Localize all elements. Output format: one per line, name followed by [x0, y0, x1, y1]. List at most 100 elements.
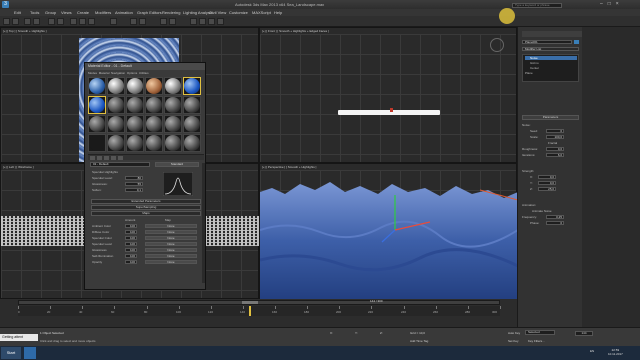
material-slot[interactable]: [183, 134, 201, 152]
search-input[interactable]: Type a keyword or phrase: [512, 3, 562, 8]
map-row-button[interactable]: None: [145, 242, 197, 246]
map-row-button[interactable]: None: [145, 248, 197, 252]
mirror-icon[interactable]: [160, 18, 167, 25]
material-slot[interactable]: [107, 134, 125, 152]
material-slot[interactable]: [183, 96, 201, 114]
me-menu-utilities[interactable]: Utilities: [139, 71, 149, 75]
map-row-button[interactable]: None: [145, 230, 197, 234]
app-icon[interactable]: 3: [2, 1, 9, 8]
roughness-field[interactable]: 0,0: [546, 147, 564, 151]
map-row-button[interactable]: None: [145, 254, 197, 258]
map-row-button[interactable]: None: [145, 236, 197, 240]
material-type-button[interactable]: Standard: [155, 162, 199, 167]
material-slot[interactable]: [145, 96, 163, 114]
strength-y-field[interactable]: 0,0: [538, 181, 556, 185]
material-slot[interactable]: [88, 134, 106, 152]
fractal-checkbox[interactable]: Fractal: [548, 141, 557, 145]
menu-customize[interactable]: Customize: [229, 10, 248, 15]
start-button[interactable]: Start: [1, 347, 21, 359]
viewport-perspective[interactable]: [+] [ Perspective ] [ Smooth + Highlight…: [259, 163, 518, 300]
time-slider-thumb[interactable]: [241, 301, 258, 304]
snap-icon[interactable]: [130, 18, 137, 25]
material-slot[interactable]: [107, 115, 125, 133]
material-slot[interactable]: [107, 96, 125, 114]
menu-rendering[interactable]: Rendering: [162, 10, 180, 15]
menu-civil-view[interactable]: Civil View: [209, 10, 226, 15]
stack-item-gizmo[interactable]: Gizmo: [530, 61, 539, 65]
material-name-field[interactable]: 01 - Default: [90, 162, 150, 167]
time-slider[interactable]: [18, 300, 500, 305]
scale-field[interactable]: 100,0: [546, 135, 564, 139]
material-slot[interactable]: [145, 115, 163, 133]
viewport-front[interactable]: [+] [ Front ] [ Smooth + Highlights + Ed…: [259, 27, 517, 163]
material-editor-window[interactable]: Material Editor - 01 - Default Modes Mat…: [84, 62, 206, 290]
modifier-list-dropdown[interactable]: Modifier List: [522, 47, 579, 51]
curve-editor-icon[interactable]: [190, 18, 197, 25]
menu-tools[interactable]: Tools: [30, 10, 39, 15]
viewcube-icon[interactable]: [490, 38, 504, 52]
menu-maxscript[interactable]: MAXScript: [252, 10, 271, 15]
align-icon[interactable]: [169, 18, 176, 25]
rollout-supersampling[interactable]: SuperSampling: [91, 205, 201, 210]
assign-material-icon[interactable]: [97, 156, 102, 160]
rollout-extended-parameters[interactable]: Extended Parameters: [91, 199, 201, 204]
strength-z-field[interactable]: 25,0: [538, 187, 556, 191]
material-slot[interactable]: [164, 115, 182, 133]
material-slot[interactable]: [145, 77, 163, 95]
map-row-amount[interactable]: 100: [125, 260, 137, 264]
redo-icon[interactable]: [12, 18, 19, 25]
phase-field[interactable]: 0: [546, 221, 564, 225]
rotate-icon[interactable]: [79, 18, 86, 25]
select-region-icon[interactable]: [57, 18, 64, 25]
rollout-maps[interactable]: Maps: [91, 211, 201, 216]
me-menu-material[interactable]: Material: [99, 71, 110, 75]
material-slot[interactable]: [126, 77, 144, 95]
make-unique-icon[interactable]: [111, 156, 116, 160]
object-color-swatch[interactable]: [574, 40, 579, 44]
language-indicator[interactable]: EN: [590, 349, 594, 353]
key-filters-button[interactable]: Key Filters...: [528, 339, 545, 343]
iterations-field[interactable]: 6,0: [546, 153, 564, 157]
map-row-button[interactable]: None: [145, 224, 197, 228]
material-editor-scrollbar[interactable]: [202, 163, 205, 283]
menu-views[interactable]: Views: [61, 10, 72, 15]
material-slot[interactable]: [164, 96, 182, 114]
menu-help[interactable]: Help: [274, 10, 282, 15]
seed-field[interactable]: 0: [546, 129, 564, 133]
glossiness-field[interactable]: 55: [125, 182, 143, 186]
move-icon[interactable]: [70, 18, 77, 25]
material-slot[interactable]: [126, 134, 144, 152]
add-time-tag[interactable]: Add Time Tag: [410, 339, 428, 343]
material-slot-selected[interactable]: [88, 96, 106, 114]
map-row-amount[interactable]: 100: [125, 230, 137, 234]
map-row-amount[interactable]: 100: [125, 236, 137, 240]
pivot-icon[interactable]: [110, 18, 117, 25]
material-editor-icon[interactable]: [199, 18, 206, 25]
material-slot[interactable]: [88, 115, 106, 133]
taskbar-app-icon[interactable]: [24, 347, 36, 359]
stack-item-center[interactable]: Center: [530, 66, 539, 70]
parameters-rollout[interactable]: Parameters: [522, 115, 579, 120]
map-row-button[interactable]: None: [145, 260, 197, 264]
material-slot[interactable]: [183, 115, 201, 133]
specular-level-field[interactable]: 80: [125, 176, 143, 180]
material-slot[interactable]: [164, 134, 182, 152]
render-icon[interactable]: [217, 18, 224, 25]
menu-group[interactable]: Group: [45, 10, 56, 15]
material-slot[interactable]: [126, 96, 144, 114]
angle-snap-icon[interactable]: [139, 18, 146, 25]
strength-x-field[interactable]: 0,0: [538, 175, 556, 179]
get-material-icon[interactable]: [90, 156, 95, 160]
current-frame-field[interactable]: 144: [575, 331, 593, 336]
animate-noise-checkbox[interactable]: Animate Noise: [532, 209, 552, 213]
map-row-amount[interactable]: 100: [125, 254, 137, 258]
show-in-viewport-icon[interactable]: [118, 156, 123, 160]
scale-icon[interactable]: [88, 18, 95, 25]
map-row-amount[interactable]: 100: [125, 242, 137, 246]
stack-item-noise[interactable]: Noise: [525, 56, 577, 60]
material-slot-active[interactable]: [183, 77, 201, 95]
material-slot[interactable]: [88, 77, 106, 95]
material-slot[interactable]: [145, 134, 163, 152]
render-setup-icon[interactable]: [208, 18, 215, 25]
material-slot[interactable]: [107, 77, 125, 95]
